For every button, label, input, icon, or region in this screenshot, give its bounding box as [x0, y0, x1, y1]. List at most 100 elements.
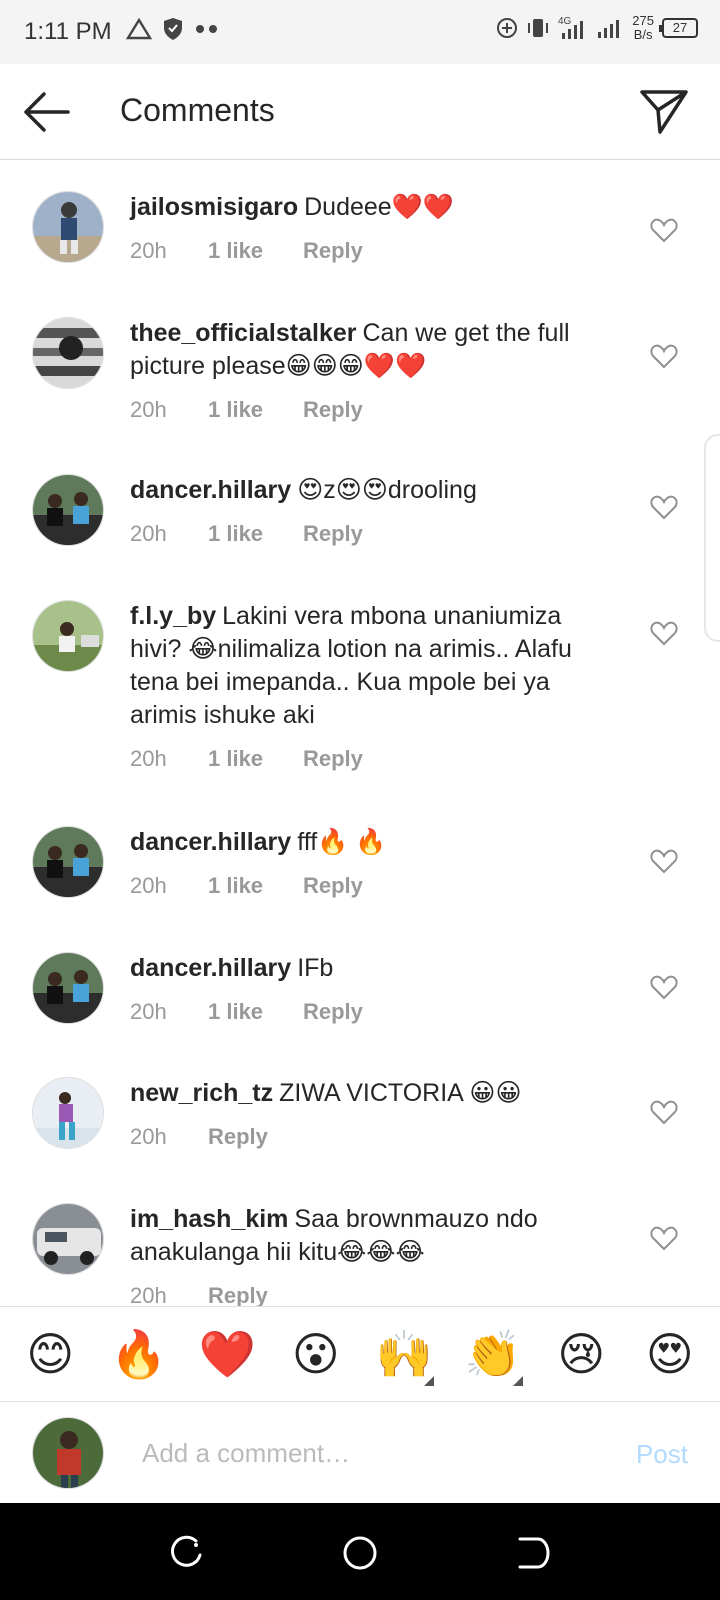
comment-message: 😍z😍😍drooling — [297, 476, 477, 504]
comment-likes[interactable]: 1 like — [208, 746, 303, 772]
heart-icon[interactable] — [650, 217, 678, 243]
comment-username[interactable]: new_rich_tz — [130, 1079, 273, 1107]
comment-meta: 20h 1 like Reply — [130, 999, 610, 1025]
heart-icon[interactable] — [650, 974, 678, 1000]
comment-text: dancer.hillary IFb — [130, 952, 610, 985]
comment-username[interactable]: dancer.hillary — [130, 476, 291, 504]
comment-meta: 20h Reply — [130, 1283, 610, 1306]
emoji-raised-hands-glyph: 🙌 — [375, 1328, 433, 1380]
back-arrow-icon[interactable] — [20, 88, 72, 136]
comment-username[interactable]: dancer.hillary — [130, 828, 291, 856]
home-icon[interactable] — [340, 1533, 380, 1573]
comment-likes[interactable]: 1 like — [208, 521, 303, 547]
avatar[interactable] — [32, 191, 104, 263]
reply-button[interactable]: Reply — [303, 746, 363, 772]
comment-time: 20h — [130, 521, 167, 546]
reply-button[interactable]: Reply — [303, 521, 363, 547]
reply-button[interactable]: Reply — [303, 397, 363, 423]
comment-text: dancer.hillary fff🔥 🔥 — [130, 826, 610, 859]
comment-text: f.l.y_by Lakini vera mbona unaniumiza hiv… — [130, 600, 610, 732]
comment-time: 20h — [130, 1124, 167, 1149]
avatar[interactable] — [32, 600, 104, 672]
battery-indicator: 27 — [659, 18, 698, 38]
heart-icon[interactable] — [650, 1099, 678, 1125]
own-avatar[interactable] — [32, 1417, 104, 1489]
emoji-smile-button[interactable]: 😊 — [14, 1324, 86, 1384]
speed-unit: B/s — [633, 27, 653, 42]
emoji-quick-bar: 😊 🔥 ❤️ 😮 🙌 👏 😢 😍 — [0, 1306, 720, 1402]
comment-body: dancer.hillary IFb 20h 1 like Reply — [130, 952, 610, 1025]
comment-body: dancer.hillary 😍z😍😍drooling 20h 1 like Re… — [130, 474, 610, 547]
emoji-clap-button[interactable]: 👏 — [457, 1324, 529, 1386]
emoji-heart-button[interactable]: ❤️ — [191, 1324, 263, 1384]
comment-likes[interactable]: 1 like — [208, 873, 303, 899]
skin-tone-indicator — [512, 1376, 523, 1386]
comment-body: im_hash_kim Saa brownmauzo ndo anakulanga… — [130, 1203, 610, 1306]
comment-body: dancer.hillary fff🔥 🔥 20h 1 like Reply — [130, 826, 610, 899]
reply-button[interactable]: Reply — [208, 1283, 268, 1306]
emoji-raised-hands-button[interactable]: 🙌 — [368, 1324, 440, 1386]
emoji-surprised-button[interactable]: 😮 — [280, 1324, 352, 1384]
system-nav-bar — [0, 1503, 720, 1600]
avatar[interactable] — [32, 826, 104, 898]
post-button[interactable]: Post — [636, 1439, 688, 1470]
comment-likes[interactable]: 1 like — [208, 999, 303, 1025]
emoji-crying-button[interactable]: 😢 — [545, 1324, 617, 1384]
comment-input[interactable] — [142, 1429, 602, 1477]
comment-time: 20h — [130, 238, 167, 263]
comment-message: IFb — [297, 954, 334, 982]
comments-list[interactable]: jailosmisigaro Dudeee❤️❤️ 20h 1 like Repl… — [0, 161, 720, 1306]
paper-plane-icon[interactable] — [638, 86, 690, 138]
comment-username[interactable]: jailosmisigaro — [130, 193, 298, 221]
heart-icon[interactable] — [650, 848, 678, 874]
reply-button[interactable]: Reply — [303, 873, 363, 899]
comment-time: 20h — [130, 746, 167, 771]
avatar[interactable] — [32, 474, 104, 546]
status-right-icons: 4G 275 B/s 27 — [496, 14, 698, 42]
reply-button[interactable]: Reply — [303, 999, 363, 1025]
skin-tone-indicator — [424, 1376, 435, 1386]
recent-apps-icon[interactable] — [166, 1533, 206, 1573]
comment-composer: Post — [0, 1403, 720, 1503]
comment-likes[interactable]: 1 like — [208, 397, 303, 423]
emoji-fire-button[interactable]: 🔥 — [103, 1324, 175, 1384]
signal-bars-icon — [598, 20, 620, 38]
page-title: Comments — [120, 92, 275, 128]
network-speed: 275 B/s — [632, 14, 654, 42]
heart-icon[interactable] — [650, 494, 678, 520]
avatar[interactable] — [32, 1203, 104, 1275]
heart-icon[interactable] — [650, 620, 678, 646]
emoji-heart-eyes-button[interactable]: 😍 — [634, 1324, 706, 1384]
status-left-icons — [126, 16, 220, 42]
comment-message: fff🔥 🔥 — [297, 828, 387, 856]
comment-time: 20h — [130, 999, 167, 1024]
comment-username[interactable]: dancer.hillary — [130, 954, 291, 982]
status-bar: 1:11 PM 4G 275 B/s 27 — [0, 0, 720, 64]
reply-button[interactable]: Reply — [208, 1124, 268, 1150]
comment-text: jailosmisigaro Dudeee❤️❤️ — [130, 191, 610, 224]
back-nav-icon[interactable] — [514, 1533, 554, 1573]
comment-username[interactable]: f.l.y_by — [130, 602, 216, 630]
comment-meta: 20h 1 like Reply — [130, 521, 610, 547]
heart-icon[interactable] — [650, 1225, 678, 1251]
comment-meta: 20h 1 like Reply — [130, 238, 610, 264]
heart-icon[interactable] — [650, 343, 678, 369]
comment-username[interactable]: thee_officialstalker — [130, 319, 357, 347]
comment-body: new_rich_tz ZIWA VICTORIA 😀😀 20h Reply — [130, 1077, 610, 1150]
comment-meta: 20h 1 like Reply — [130, 397, 610, 423]
comment-text: new_rich_tz ZIWA VICTORIA 😀😀 — [130, 1077, 610, 1110]
avatar[interactable] — [32, 952, 104, 1024]
comment-likes[interactable]: 1 like — [208, 238, 303, 264]
avatar[interactable] — [32, 317, 104, 389]
scroll-handle[interactable] — [704, 434, 720, 642]
comment-time: 20h — [130, 873, 167, 898]
reply-button[interactable]: Reply — [303, 238, 363, 264]
signal-4g-icon: 4G — [558, 16, 584, 39]
header: Comments — [0, 64, 720, 160]
comment-text: thee_officialstalker Can we get the full … — [130, 317, 610, 383]
avatar[interactable] — [32, 1077, 104, 1149]
comment-message: ZIWA VICTORIA 😀😀 — [279, 1079, 522, 1107]
comment-username[interactable]: im_hash_kim — [130, 1205, 288, 1233]
data-saver-icon — [497, 18, 518, 38]
speed-value: 275 — [632, 13, 654, 28]
